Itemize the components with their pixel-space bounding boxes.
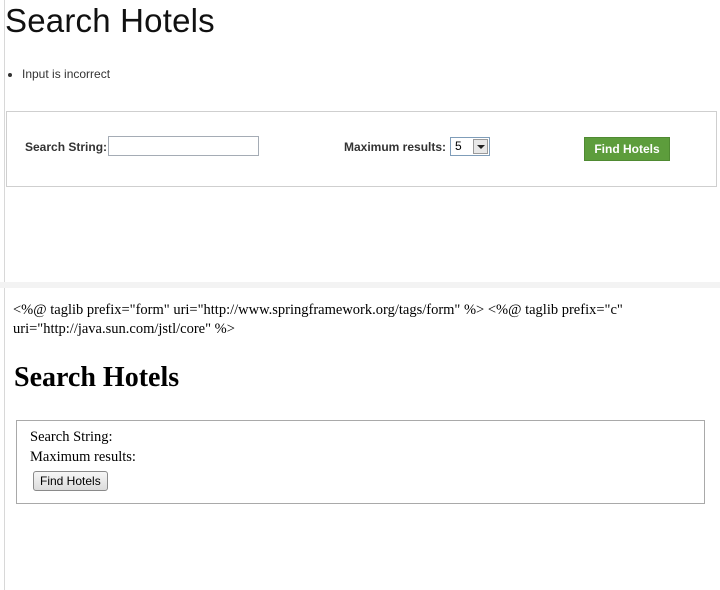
find-hotels-button[interactable]: Find Hotels (584, 137, 670, 161)
raw-search-fieldset: Search String: Maximum results: Find Hot… (16, 420, 705, 504)
raw-page-title: Search Hotels (14, 362, 180, 393)
error-list: Input is incorrect (5, 67, 110, 81)
search-string-input[interactable] (108, 136, 259, 156)
raw-search-string-label: Search String: (30, 429, 113, 445)
page-title: Search Hotels (5, 2, 215, 39)
taglib-directive-text: <%@ taglib prefix="form" uri="http://www… (13, 302, 623, 337)
styled-page-view: Search Hotels Input is incorrect Search … (4, 0, 720, 282)
search-string-label: Search String: (25, 140, 108, 154)
search-form: Search String: Maximum results: 5 Find H… (6, 111, 717, 187)
raw-find-hotels-button[interactable]: Find Hotels (33, 471, 108, 491)
error-message: Input is incorrect (5, 67, 110, 81)
chevron-down-icon[interactable] (473, 139, 488, 154)
raw-page-view: <%@ taglib prefix="form" uri="http://www… (4, 288, 720, 590)
maximum-results-label: Maximum results: (344, 140, 447, 154)
maximum-results-select[interactable]: 5 (450, 137, 490, 156)
maximum-results-value: 5 (455, 139, 462, 153)
raw-maximum-results-label: Maximum results: (30, 449, 136, 465)
